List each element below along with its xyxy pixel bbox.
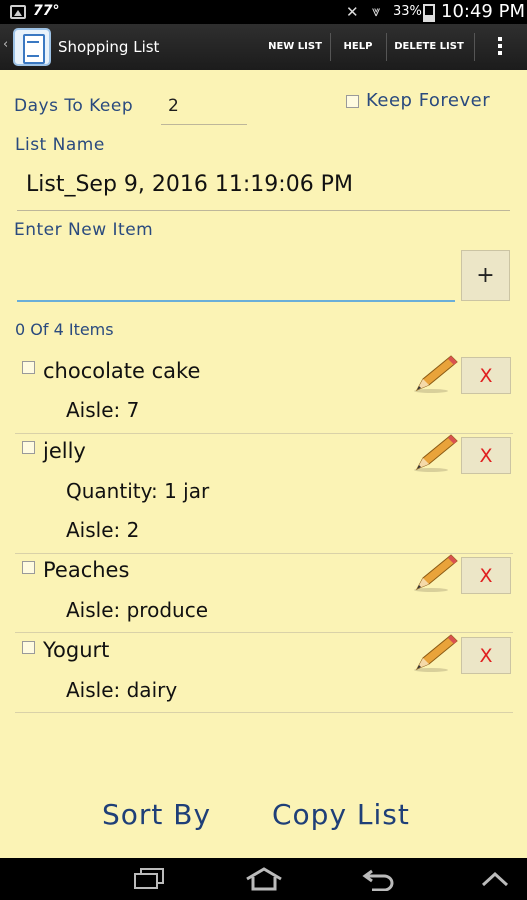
action-separator [474, 33, 475, 61]
list-name-label: List Name [15, 135, 105, 155]
app-logo-icon[interactable] [13, 28, 51, 66]
clock: 10:49 PM [441, 1, 525, 22]
days-to-keep-underline [161, 124, 247, 125]
delete-item-button[interactable]: X [461, 557, 511, 594]
navigation-bar [0, 858, 527, 900]
home-icon[interactable] [244, 867, 284, 891]
copy-list-button[interactable]: Copy List [272, 798, 410, 831]
item-name[interactable]: jelly [43, 439, 86, 463]
app-title: Shopping List [58, 38, 160, 56]
enter-new-item-label: Enter New Item [14, 220, 154, 240]
mute-icon: ✕ [346, 3, 359, 21]
back-icon[interactable] [362, 867, 396, 891]
item-detail: Aisle: 2 [66, 518, 140, 542]
days-to-keep-input[interactable]: 2 [168, 96, 179, 116]
delete-item-button[interactable]: X [461, 437, 511, 474]
delete-item-button[interactable]: X [461, 357, 511, 394]
edit-pencil-icon[interactable] [409, 551, 459, 593]
action-bar: ‹ Shopping List NEW LIST HELP DELETE LIS… [0, 24, 527, 70]
item-detail: Quantity: 1 jar [66, 479, 210, 503]
item-detail: Aisle: dairy [66, 678, 178, 702]
days-to-keep-label: Days To Keep [14, 96, 134, 116]
battery-percent: 33% [393, 4, 422, 19]
action-separator [330, 33, 331, 61]
new-list-button[interactable]: NEW LIST [262, 24, 328, 70]
item-detail: Aisle: 7 [66, 398, 140, 422]
sort-by-button[interactable]: Sort By [102, 798, 211, 831]
add-item-button[interactable]: + [461, 250, 510, 301]
keep-forever-checkbox[interactable] [346, 95, 359, 108]
item-checkbox[interactable] [22, 361, 35, 374]
gallery-notification-icon [10, 5, 26, 19]
action-separator [386, 33, 387, 61]
item-checkbox[interactable] [22, 641, 35, 654]
delete-list-button[interactable]: DELETE LIST [389, 24, 469, 70]
edit-pencil-icon[interactable] [409, 631, 459, 673]
recent-apps-icon[interactable] [134, 868, 166, 890]
item-name[interactable]: chocolate cake [43, 359, 200, 383]
list-name-input[interactable]: List_Sep 9, 2016 11:19:06 PM [26, 172, 353, 197]
up-caret-icon[interactable]: ‹ [3, 37, 8, 52]
help-button[interactable]: HELP [332, 24, 384, 70]
overflow-menu-icon[interactable] [490, 35, 510, 59]
status-bar: 77° ✕ ⩔ 33% 10:49 PM [0, 0, 527, 24]
item-checkbox[interactable] [22, 561, 35, 574]
item-detail: Aisle: produce [66, 598, 209, 622]
battery-icon [423, 4, 435, 22]
item-name[interactable]: Peaches [43, 558, 129, 582]
item-separator [15, 712, 513, 713]
list-name-underline [17, 210, 510, 211]
edit-pencil-icon[interactable] [409, 352, 459, 394]
temperature-text: 77° [33, 3, 60, 19]
chevron-up-icon[interactable] [480, 870, 510, 888]
wifi-icon: ⩔ [372, 2, 381, 20]
delete-item-button[interactable]: X [461, 637, 511, 674]
item-count: 0 Of 4 Items [15, 320, 114, 339]
edit-pencil-icon[interactable] [409, 431, 459, 473]
new-item-input[interactable] [17, 252, 455, 302]
item-name[interactable]: Yogurt [43, 638, 109, 662]
keep-forever-label: Keep Forever [366, 90, 491, 111]
item-checkbox[interactable] [22, 441, 35, 454]
